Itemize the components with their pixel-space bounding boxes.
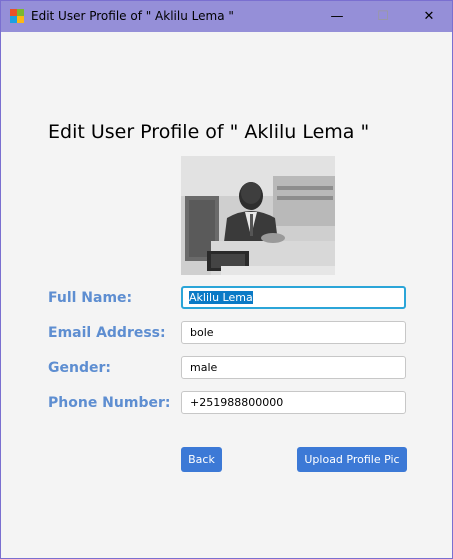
title-bar[interactable]: Edit User Profile of " Aklilu Lema " — ☐…: [1, 1, 452, 32]
window-title: Edit User Profile of " Aklilu Lema ": [31, 9, 234, 23]
upload-profile-pic-button[interactable]: Upload Profile Pic: [297, 447, 407, 472]
gender-label: Gender:: [48, 360, 111, 376]
gender-field[interactable]: male: [181, 356, 406, 379]
full-name-value: Aklilu Lema: [189, 291, 253, 304]
close-button[interactable]: ✕: [406, 1, 452, 32]
page-title: Edit User Profile of " Aklilu Lema ": [48, 121, 370, 143]
profile-photo: [181, 156, 335, 275]
email-field[interactable]: bole: [181, 321, 406, 344]
phone-field[interactable]: +251988800000: [181, 391, 406, 414]
email-label: Email Address:: [48, 325, 166, 341]
full-name-label: Full Name:: [48, 290, 133, 306]
phone-label: Phone Number:: [48, 395, 171, 411]
minimize-button[interactable]: —: [314, 1, 360, 32]
app-window: Edit User Profile of " Aklilu Lema " — ☐…: [0, 0, 453, 559]
maximize-button[interactable]: ☐: [360, 1, 406, 32]
app-icon: [10, 9, 24, 23]
full-name-field[interactable]: Aklilu Lema: [181, 286, 406, 309]
back-button[interactable]: Back: [181, 447, 222, 472]
